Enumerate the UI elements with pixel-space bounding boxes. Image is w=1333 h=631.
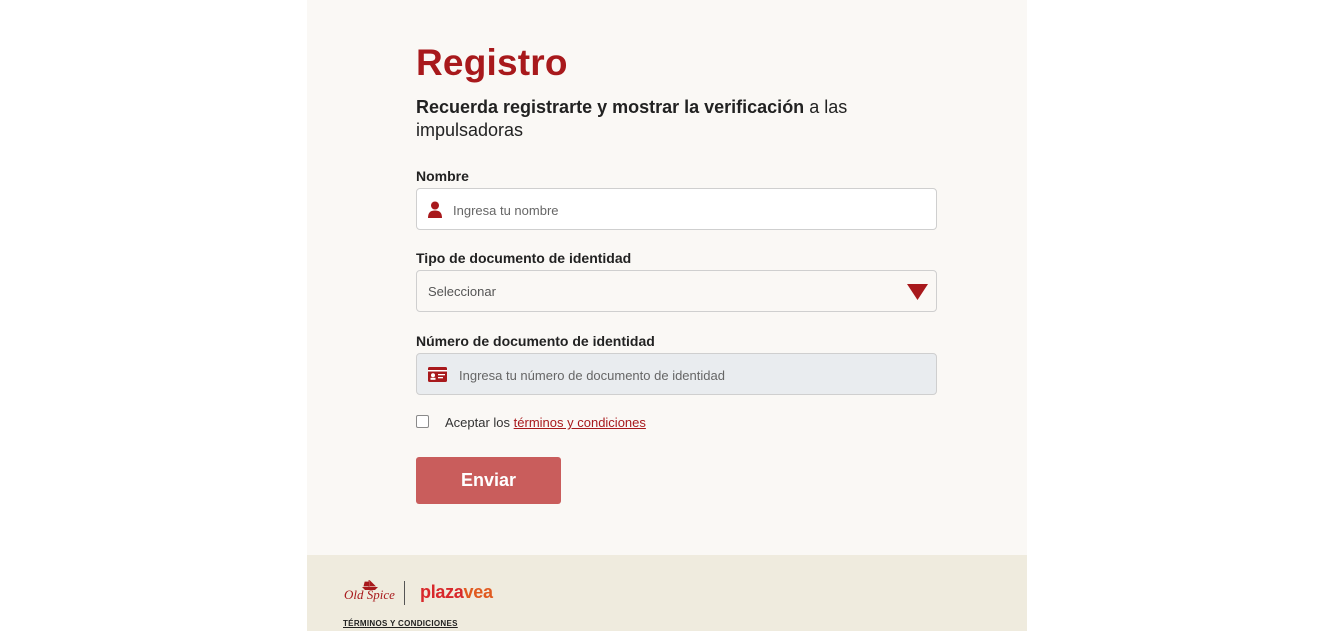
doc-number-field[interactable]	[416, 353, 937, 396]
doc-type-label: Tipo de documento de identidad	[416, 250, 632, 266]
name-label: Nombre	[416, 168, 469, 184]
terms-checkbox[interactable]	[416, 415, 429, 428]
registration-page: Registro Recuerda registrarte y mostrar …	[307, 0, 1027, 631]
logo-divider	[404, 581, 405, 605]
footer: Old Spice plazavea TÉRMINOS Y CONDICIONE…	[307, 555, 1027, 631]
name-input[interactable]	[451, 189, 925, 231]
terms-link[interactable]: términos y condiciones	[514, 415, 646, 430]
doc-type-select[interactable]: Seleccionar	[416, 270, 937, 312]
accept-prefix: Aceptar los	[445, 415, 514, 430]
doc-number-input[interactable]	[457, 354, 931, 396]
plazavea-logo-part1: plaza	[420, 582, 464, 602]
id-card-icon	[428, 367, 447, 387]
submit-button[interactable]: Enviar	[416, 457, 561, 504]
doc-type-value: Seleccionar	[428, 284, 496, 299]
plazavea-logo-part2: vea	[463, 582, 493, 602]
footer-terms-link[interactable]: TÉRMINOS Y CONDICIONES	[343, 619, 458, 628]
page-title: Registro	[416, 42, 568, 83]
terms-label: Aceptar los términos y condiciones	[445, 415, 646, 430]
subtitle-bold: Recuerda registrarte y mostrar la verifi…	[416, 97, 805, 117]
oldspice-logo: Old Spice	[344, 587, 395, 602]
caret-down-icon	[907, 284, 928, 305]
plazavea-logo: plazavea	[420, 582, 493, 603]
doc-number-label: Número de documento de identidad	[416, 333, 655, 349]
page-subtitle: Recuerda registrarte y mostrar la verifi…	[416, 96, 876, 142]
user-icon	[427, 201, 443, 223]
name-field[interactable]	[416, 188, 937, 231]
